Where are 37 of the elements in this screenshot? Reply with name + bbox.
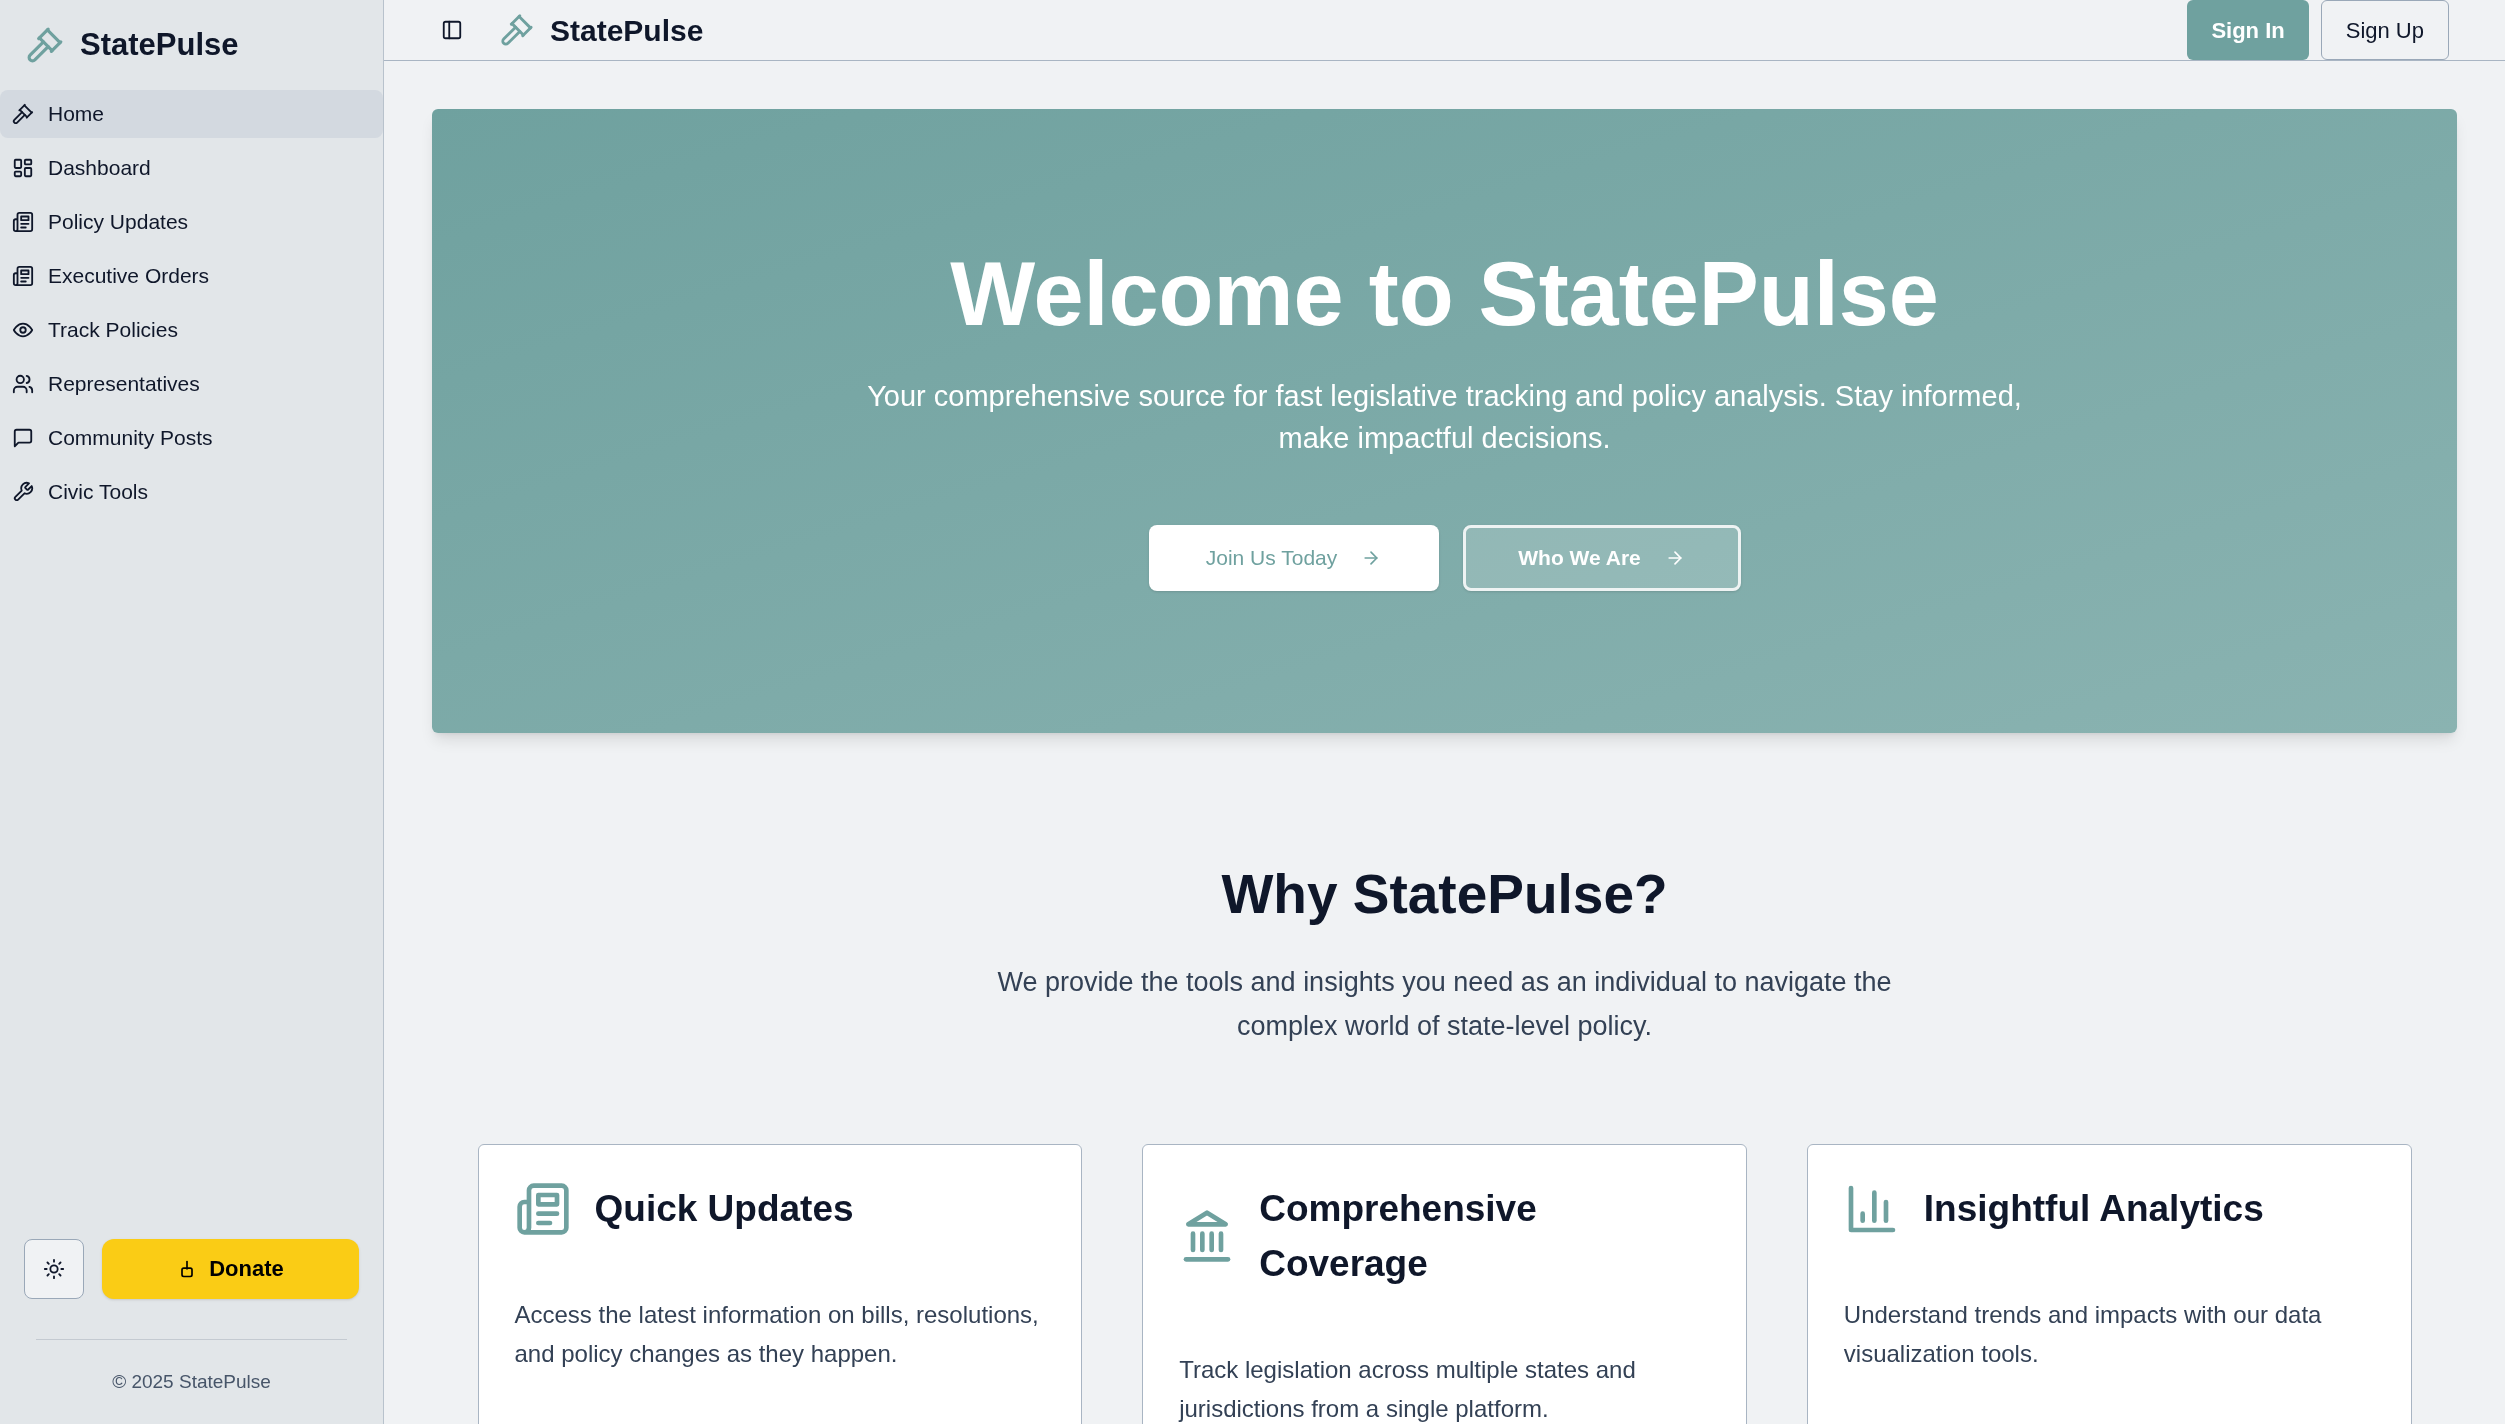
nav-item[interactable]: Executive Orders — [0, 252, 383, 300]
gavel-icon — [12, 103, 34, 125]
chat-icon — [12, 427, 34, 449]
section-title: Why StatePulse? — [1221, 862, 1668, 927]
newspaper-icon — [12, 211, 34, 233]
brand-name: StatePulse — [550, 12, 704, 49]
hero-title: Welcome to StatePulse — [950, 249, 1939, 339]
gavel-logo-icon — [26, 26, 64, 64]
card-text: Track legislation across multiple states and jurisdictions from a single platform. — [1179, 1354, 1637, 1424]
card-text: Access the latest information on bills, resolutions, and policy changes as they happen. — [514, 1299, 1040, 1369]
section-description: We provide the tools and insights you need as an individual to navigate the complex world of state-level policy. — [996, 965, 1893, 1043]
nav-item[interactable]: Civic Tools — [0, 468, 383, 516]
newspaper-icon — [514, 1180, 571, 1237]
sun-icon — [43, 1257, 65, 1280]
dashboard-icon — [12, 157, 34, 179]
card-title: Quick Updates — [594, 1186, 854, 1231]
users-icon — [12, 373, 34, 395]
panel-icon — [441, 19, 463, 41]
donate-button[interactable]: Donate — [102, 1238, 359, 1299]
nav-item[interactable]: Dashboard — [0, 144, 383, 192]
card-title: Insightful Analytics — [1923, 1186, 2264, 1231]
theme-toggle-button[interactable] — [24, 1238, 84, 1299]
nav-item[interactable]: Home — [0, 90, 383, 138]
card-text: Understand trends and impacts with our data visualization tools. — [1843, 1299, 2323, 1369]
nav-item[interactable]: Track Policies — [0, 306, 383, 354]
newspaper-icon — [12, 265, 34, 287]
nav-item[interactable]: Policy Updates — [0, 198, 383, 246]
sidebar-toggle-button[interactable] — [440, 18, 464, 42]
gavel-logo-icon — [500, 13, 534, 47]
nav-item[interactable]: Community Posts — [0, 414, 383, 462]
brand-name: StatePulse — [80, 25, 239, 64]
nav-item[interactable]: Representatives — [0, 360, 383, 408]
card-title: Comprehensive Coverage — [1259, 1186, 1538, 1286]
wrench-icon — [12, 481, 34, 503]
copyright-text: © 2025 StatePulse — [112, 1369, 271, 1394]
sign-up-button[interactable]: Sign Up — [2320, 0, 2449, 60]
hero-subtitle: Your comprehensive source for fast legislative tracking and policy analysis. Stay informed, make impactful decisions. — [866, 379, 2023, 456]
